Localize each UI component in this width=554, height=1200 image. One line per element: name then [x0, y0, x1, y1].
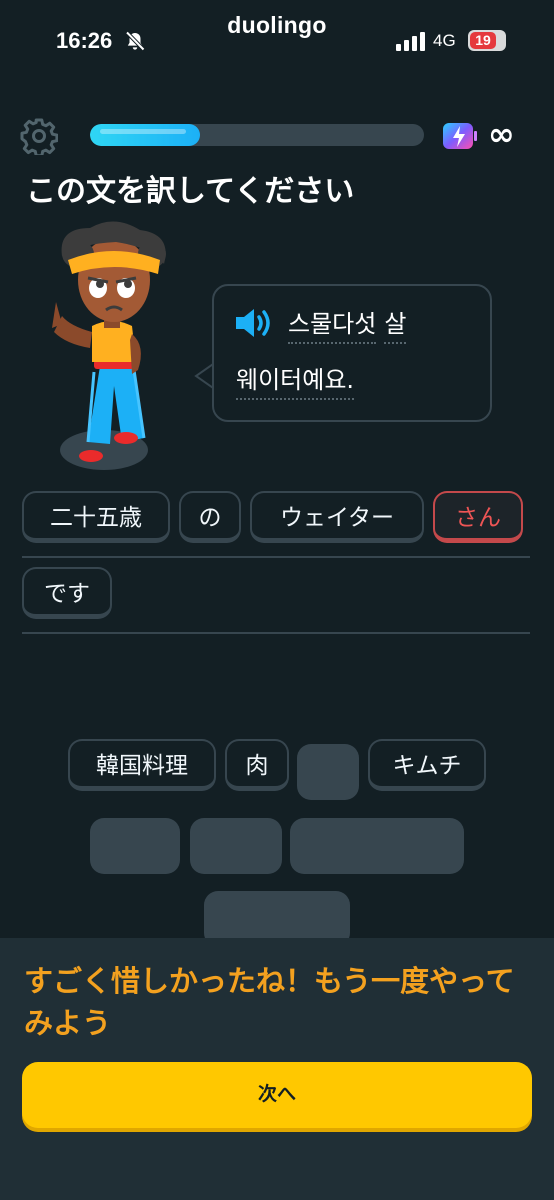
progress-shine	[100, 129, 187, 134]
answer-line	[22, 632, 530, 634]
word-bank-tile[interactable]: 韓国料理	[68, 739, 216, 791]
energy-icon[interactable]	[442, 121, 478, 151]
prompt-sentence-line-2: 웨이터예요.	[236, 360, 362, 400]
answer-tile[interactable]: の	[179, 491, 241, 543]
word-bank-placeholder	[297, 744, 359, 800]
word-bank-placeholder	[90, 818, 180, 874]
next-button[interactable]: 次へ	[22, 1062, 532, 1128]
word-bank-tile[interactable]: 肉	[225, 739, 289, 791]
prompt-word[interactable]: 스물다섯	[288, 304, 377, 344]
word-bank-tile[interactable]: キムチ	[368, 739, 486, 791]
prompt-word[interactable]: 웨이터예요.	[236, 360, 355, 400]
prompt-sentence-line-1: 스물다섯 살	[288, 304, 414, 344]
answer-tile[interactable]: 二十五歳	[22, 491, 170, 543]
word-bank-placeholder	[190, 818, 282, 874]
network-type: 4G	[433, 31, 456, 50]
infinite-energy-label: ∞	[488, 115, 515, 153]
signal-icon	[396, 32, 425, 51]
speaker-icon[interactable]	[234, 306, 274, 340]
prompt-word[interactable]: 살	[384, 304, 407, 344]
gear-icon[interactable]	[20, 117, 58, 155]
answer-tile[interactable]: ウェイター	[250, 491, 424, 543]
battery-icon: 19	[468, 30, 506, 51]
feedback-message: すごく惜しかったね！もう一度やってみよう	[24, 964, 515, 1040]
battery-level: 19	[470, 32, 496, 49]
challenge-title: この文を訳してください	[26, 174, 355, 209]
answer-tile-wrong[interactable]: さん	[433, 491, 523, 543]
answer-line	[22, 556, 530, 558]
progress-fill	[90, 124, 201, 146]
lesson-progress-bar	[90, 124, 424, 146]
word-bank-placeholder	[290, 818, 464, 874]
answer-tile[interactable]: です	[22, 567, 112, 619]
character-illustration	[52, 221, 166, 470]
